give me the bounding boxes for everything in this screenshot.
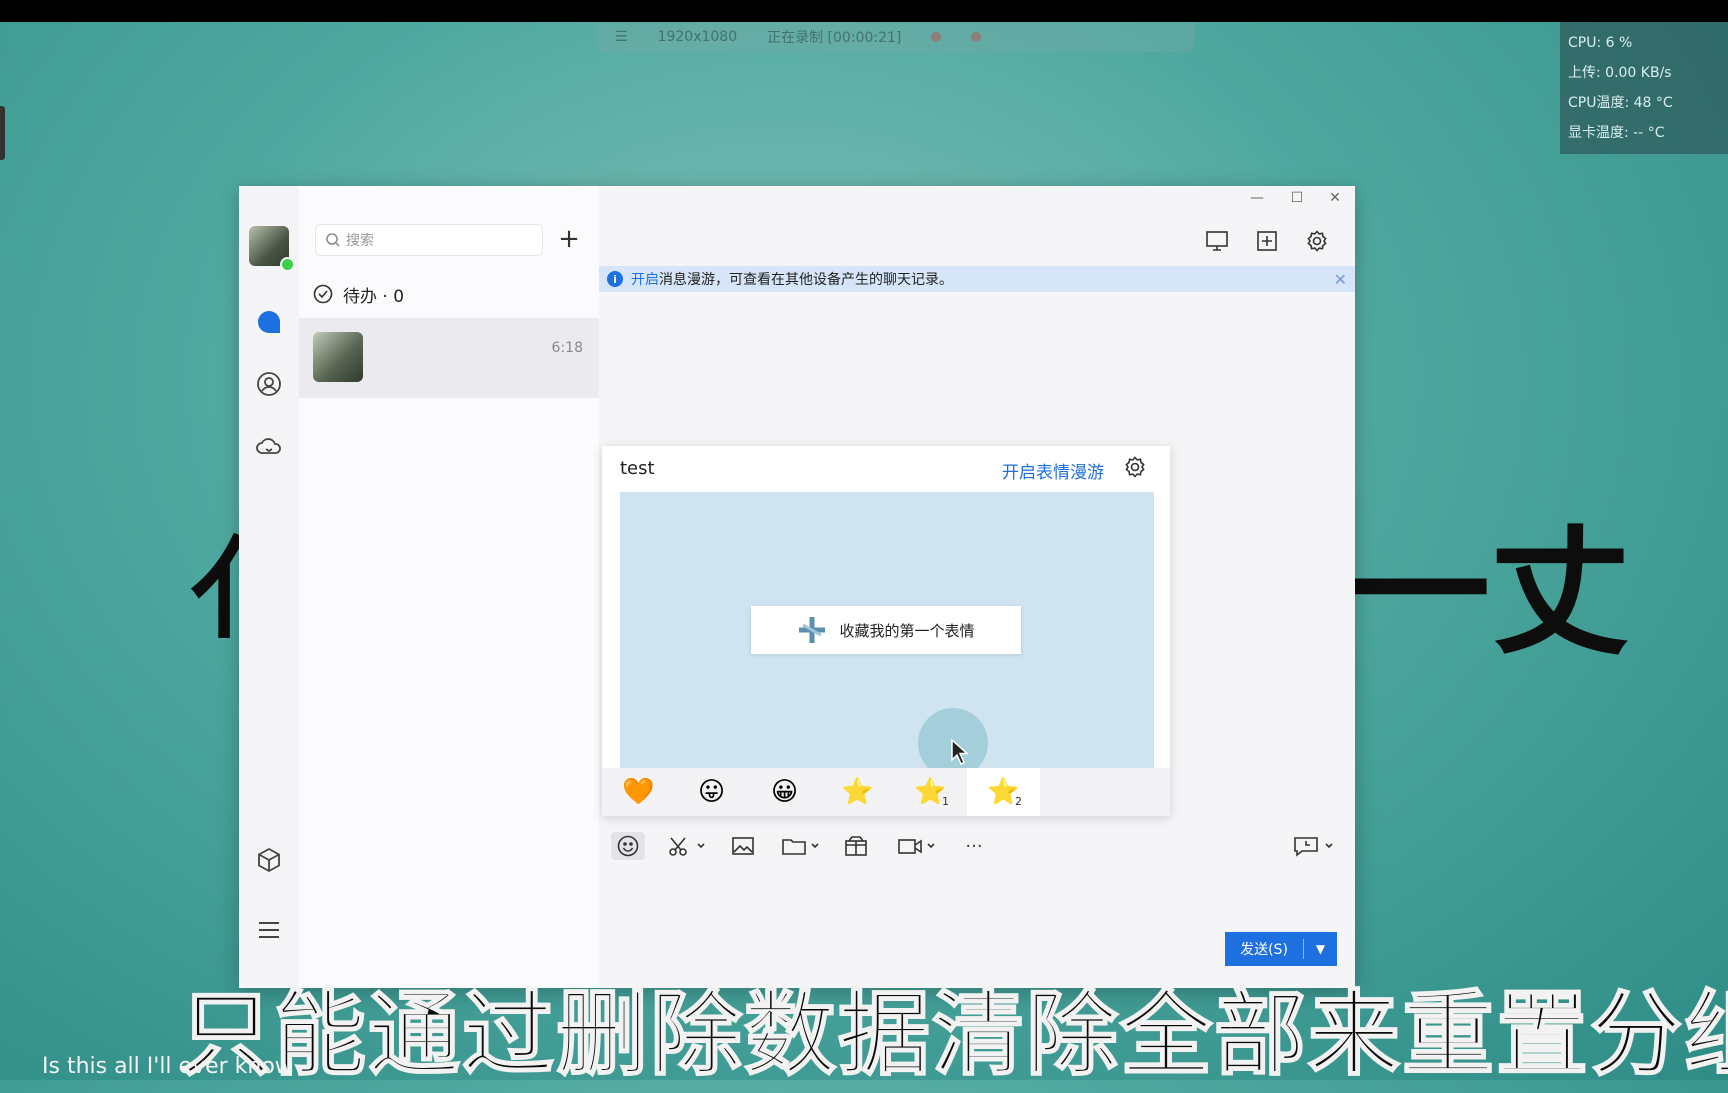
video-subtitle-en: Is this all I'll ever know [42,1054,293,1079]
emoji-tab-star-2[interactable]: ⭐ 2 [967,768,1040,816]
more-icon[interactable]: ··· [959,832,989,860]
emoji-grid-area: 收藏我的第一个表情 [620,492,1154,778]
conversation-list: 搜索 + 待办 · 0 6:18 [299,186,600,988]
mouse-cursor-icon [951,738,969,766]
input-toolbar: ··· [599,820,1355,872]
search-placeholder: 搜索 [346,233,374,249]
menu-icon[interactable] [255,916,283,944]
search-icon [326,233,340,247]
stop-record-icon[interactable] [971,32,982,42]
gpu-temp: 显卡温度: -- °C [1568,125,1665,141]
recorder-toolbar: ☰ 1920x1080 正在录制 [00:00:21] [595,22,1195,52]
recorder-resolution: 1920x1080 [657,29,738,45]
enable-emoji-roaming-link[interactable]: 开启表情漫游 [1002,458,1104,483]
red-packet-icon[interactable] [841,832,871,860]
chat-history-icon[interactable] [1291,832,1337,860]
check-circle-icon [313,284,333,304]
cloud-icon[interactable] [255,432,283,460]
notice-text: 消息漫游，可查看在其他设备产生的聊天记录。 [659,272,953,288]
record-dot-icon[interactable] [931,32,942,42]
chat-icon[interactable] [255,308,283,336]
folder-icon[interactable] [779,832,823,860]
recorder-status: 正在录制 [00:00:21] [767,30,902,46]
minimize-button[interactable]: — [1247,190,1267,206]
send-label: 发送(S) [1240,942,1288,958]
tab-badge: 1 [942,795,949,808]
add-button[interactable]: + [555,226,583,254]
nav-rail [239,186,299,988]
emoji-panel: test 开启表情漫游 收藏我的第一个表情 🧡 😛 😀 ⭐ ⭐ 1 ⭐ 2 [602,446,1170,816]
conversation-time: 6:18 [551,340,583,356]
edge-handle[interactable] [0,106,5,160]
video-subtitle-cn: 只能通过删除数据清除全部来重置分组 [179,980,1728,1089]
roaming-notice: i 开启消息漫游，可查看在其他设备产生的聊天记录。 ✕ [599,266,1355,292]
emoji-tab-classic[interactable]: 😛 [675,768,748,816]
tab-badge: 2 [1015,795,1022,808]
send-options-chevron-icon[interactable]: ▼ [1304,942,1337,956]
chat-panel: — ☐ ✕ i 开启消息漫游，可查看在其他设备产生的聊天记录。 ✕ test 开… [599,186,1355,988]
emoji-tabs: 🧡 😛 😀 ⭐ ⭐ 1 ⭐ 2 [602,768,1170,816]
screen-share-icon[interactable] [1204,228,1230,254]
notice-close-icon[interactable]: ✕ [1334,270,1347,289]
screenshot-icon[interactable] [665,832,709,860]
add-member-icon[interactable] [1254,228,1280,254]
emoji-tab-star-1[interactable]: ⭐ 1 [894,768,967,816]
maximize-button[interactable]: ☐ [1287,190,1307,206]
todo-label: 待办 · 0 [343,286,405,307]
info-icon: i [607,271,623,287]
qq-window: 搜索 + 待办 · 0 6:18 — ☐ ✕ i 开启消息漫游，可查看在其他设备… [239,186,1355,988]
collect-first-emoji-button[interactable]: 收藏我的第一个表情 [751,606,1021,654]
emoji-settings-icon[interactable] [1124,456,1148,480]
image-icon[interactable] [729,832,757,860]
emoji-tab-smiley[interactable]: 😀 [748,768,821,816]
emoji-tab-star[interactable]: ⭐ [821,768,894,816]
cube-icon[interactable] [255,846,283,874]
background-calligraphy-right: 一丈 [1350,511,1631,675]
search-input[interactable]: 搜索 [315,224,543,256]
conversation-avatar [313,332,363,382]
system-monitor: CPU: 6 % 上传: 0.00 KB/s CPU温度: 48 °C 显卡温度… [1560,22,1728,154]
settings-icon[interactable] [1304,228,1330,254]
cpu-usage: CPU: 6 % [1568,35,1633,51]
plus-icon [799,617,826,643]
todo-item[interactable]: 待办 · 0 [313,282,405,307]
cpu-temp: CPU温度: 48 °C [1568,95,1673,111]
emoji-icon[interactable] [611,832,645,860]
online-status-dot [280,257,295,272]
contacts-icon[interactable] [255,370,283,398]
collect-first-emoji-label: 收藏我的第一个表情 [839,621,975,640]
emoji-tab-favorite[interactable]: 🧡 [602,768,675,816]
enable-roaming-link[interactable]: 开启 [631,272,659,288]
list-item[interactable]: 6:18 [299,318,599,398]
video-call-icon[interactable] [895,832,939,860]
close-button[interactable]: ✕ [1325,190,1345,206]
upload-speed: 上传: 0.00 KB/s [1568,65,1672,81]
screen-top-bar [0,0,1728,22]
emoji-panel-title: test [620,458,655,479]
recorder-menu-icon[interactable]: ☰ [615,29,628,45]
